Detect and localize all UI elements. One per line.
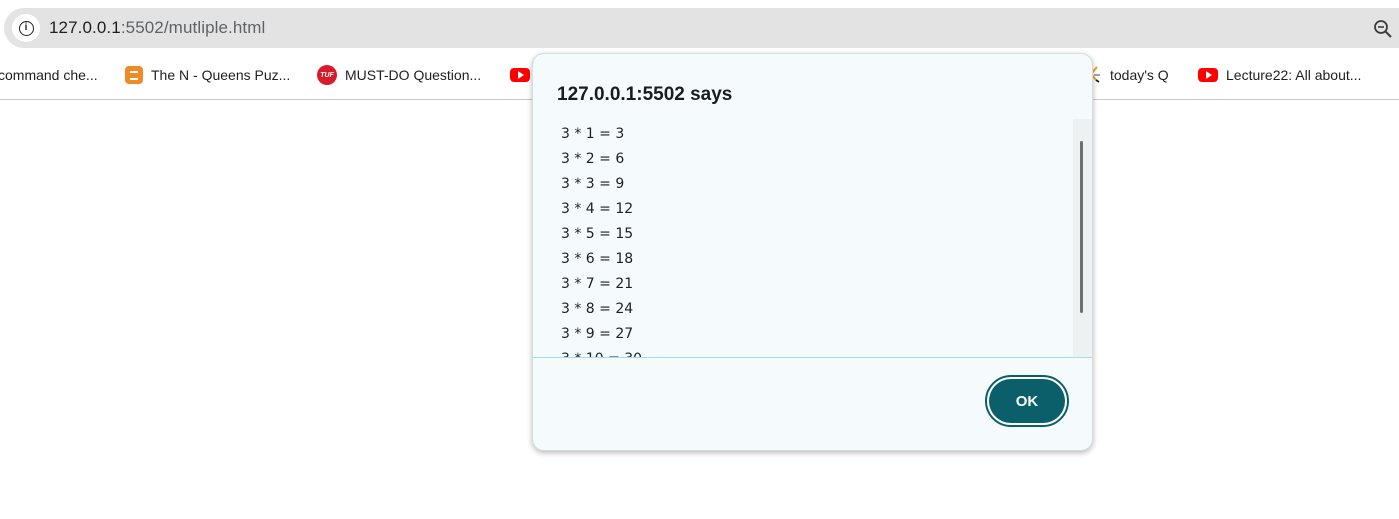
bookmark-item[interactable]: today's Q bbox=[1088, 64, 1169, 86]
message-lines: 3 * 1 = 3 3 * 2 = 6 3 * 3 = 9 3 * 4 = 12… bbox=[561, 122, 642, 357]
bookmark-label: The N - Queens Puz... bbox=[151, 67, 291, 83]
url-text[interactable]: 127.0.0.1:5502/mutliple.html bbox=[49, 18, 265, 38]
message-line: 3 * 10 = 30 bbox=[561, 347, 642, 357]
bookmark-label: today's Q bbox=[1110, 67, 1169, 83]
message-line: 3 * 5 = 15 bbox=[561, 226, 634, 242]
message-line: 3 * 8 = 24 bbox=[561, 301, 634, 317]
ok-button-label: OK bbox=[989, 379, 1065, 423]
message-line: 3 * 9 = 27 bbox=[561, 326, 634, 342]
scrollbar-thumb[interactable] bbox=[1080, 141, 1083, 313]
dialog-title: 127.0.0.1:5502 says bbox=[557, 84, 733, 105]
youtube-icon bbox=[510, 68, 530, 82]
tuf-icon: TUF bbox=[317, 65, 337, 85]
site-info-button[interactable]: i bbox=[12, 14, 40, 42]
browser-toolbar: i 127.0.0.1:5502/mutliple.html bbox=[0, 0, 1399, 56]
dialog-message[interactable]: 3 * 1 = 3 3 * 2 = 6 3 * 3 = 9 3 * 4 = 12… bbox=[533, 119, 1092, 358]
message-line: 3 * 4 = 12 bbox=[561, 201, 634, 217]
bookmark-item[interactable]: command che... bbox=[0, 64, 98, 86]
youtube-icon bbox=[1198, 68, 1218, 82]
message-line: 3 * 2 = 6 bbox=[561, 151, 625, 167]
zoom-icon[interactable] bbox=[1373, 19, 1393, 39]
url-path: :5502/mutliple.html bbox=[120, 18, 266, 37]
codingninjas-icon bbox=[125, 66, 143, 84]
ok-button[interactable]: OK bbox=[985, 375, 1069, 427]
alert-dialog: 127.0.0.1:5502 says 3 * 1 = 3 3 * 2 = 6 … bbox=[532, 53, 1093, 451]
message-line: 3 * 7 = 21 bbox=[561, 276, 634, 292]
message-line: 3 * 1 = 3 bbox=[561, 126, 625, 142]
address-bar[interactable]: i 127.0.0.1:5502/mutliple.html bbox=[4, 8, 1399, 48]
bookmark-item[interactable]: The N - Queens Puz... bbox=[125, 64, 290, 86]
info-icon: i bbox=[18, 20, 34, 36]
bookmark-item[interactable]: TUF MUST-DO Question... bbox=[317, 64, 481, 86]
bookmark-item[interactable]: Lecture22: All about... bbox=[1198, 64, 1361, 86]
bookmark-label: MUST-DO Question... bbox=[345, 67, 482, 83]
bookmark-label: command che... bbox=[0, 67, 98, 83]
url-host: 127.0.0.1 bbox=[49, 18, 121, 37]
message-line: 3 * 6 = 18 bbox=[561, 251, 634, 267]
message-line: 3 * 3 = 9 bbox=[561, 176, 625, 192]
bookmark-label: Lecture22: All about... bbox=[1226, 67, 1362, 83]
